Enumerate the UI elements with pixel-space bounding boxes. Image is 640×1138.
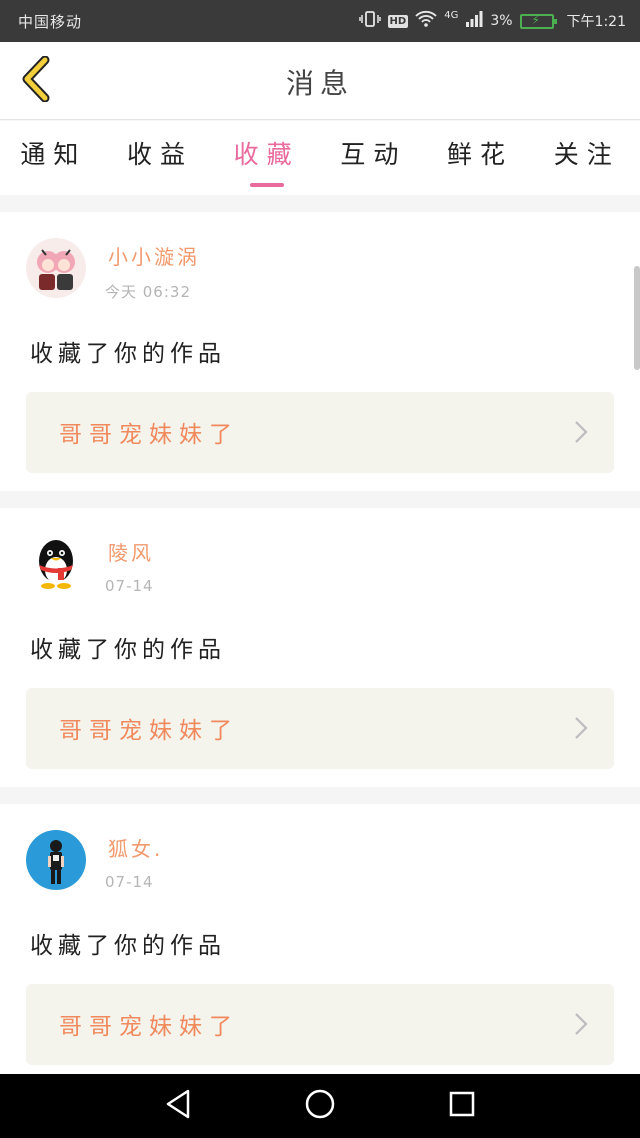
status-icons: HD 4G 3% ⚡ 下午1:21 xyxy=(358,9,626,32)
message-list: 小小漩涡 今天 06:32 收藏了你的作品 哥哥宠妹妹了 陵风 07-14 收藏… xyxy=(0,195,640,1083)
action-text: 收藏了你的作品 xyxy=(30,637,226,663)
work-link[interactable]: 哥哥宠妹妹了 xyxy=(26,688,614,769)
nav-recent-button[interactable] xyxy=(442,1088,482,1124)
signal-icon xyxy=(465,10,483,32)
chevron-right-icon xyxy=(574,1012,588,1040)
username[interactable]: 狐女. xyxy=(108,833,163,862)
scrollbar[interactable] xyxy=(634,266,640,370)
nav-home-button[interactable] xyxy=(300,1088,340,1124)
avatar[interactable] xyxy=(26,238,86,298)
wifi-icon xyxy=(415,10,437,32)
hd-badge: HD xyxy=(387,14,409,28)
nav-back-button[interactable] xyxy=(158,1088,198,1124)
chevron-right-icon xyxy=(574,420,588,448)
message-card: 陵风 07-14 收藏了你的作品 哥哥宠妹妹了 xyxy=(0,508,640,787)
tab-interaction[interactable]: 互动 xyxy=(320,121,427,195)
username[interactable]: 小小漩涡 xyxy=(108,241,200,270)
work-title: 哥哥宠妹妹了 xyxy=(59,718,239,744)
action-text: 收藏了你的作品 xyxy=(30,341,226,367)
battery-icon: ⚡ xyxy=(519,13,557,29)
timestamp: 今天 06:32 xyxy=(105,283,191,301)
message-card: 小小漩涡 今天 06:32 收藏了你的作品 哥哥宠妹妹了 xyxy=(0,212,640,491)
vibrate-icon xyxy=(358,10,381,32)
tab-bar: 通知 收益 收藏 互动 鲜花 关注 xyxy=(0,121,640,195)
tab-follow[interactable]: 关注 xyxy=(533,121,640,195)
work-link[interactable]: 哥哥宠妹妹了 xyxy=(26,392,614,473)
battery-percent: 3% xyxy=(490,13,513,29)
username[interactable]: 陵风 xyxy=(108,537,154,566)
work-title: 哥哥宠妹妹了 xyxy=(59,1014,239,1040)
tab-earnings[interactable]: 收益 xyxy=(107,121,214,195)
status-bar: 中国移动 HD 4G 3% ⚡ 下午1:21 xyxy=(0,0,640,42)
message-card: 狐女. 07-14 收藏了你的作品 哥哥宠妹妹了 xyxy=(0,804,640,1083)
app-header: 消息 xyxy=(0,42,640,120)
triangle-back-icon xyxy=(164,1088,192,1124)
timestamp: 07-14 xyxy=(105,873,154,891)
work-title: 哥哥宠妹妹了 xyxy=(59,422,239,448)
circle-home-icon xyxy=(304,1088,336,1124)
tab-notice[interactable]: 通知 xyxy=(0,121,107,195)
chevron-right-icon xyxy=(574,716,588,744)
carrier-label: 中国移动 xyxy=(18,13,83,31)
clock: 下午1:21 xyxy=(566,14,626,30)
tab-flowers[interactable]: 鲜花 xyxy=(427,121,534,195)
system-nav-bar xyxy=(0,1074,640,1138)
work-link[interactable]: 哥哥宠妹妹了 xyxy=(26,984,614,1065)
network-label: 4G xyxy=(444,9,459,21)
action-text: 收藏了你的作品 xyxy=(30,933,226,959)
avatar[interactable] xyxy=(26,534,86,594)
tab-favorites[interactable]: 收藏 xyxy=(213,121,320,195)
timestamp: 07-14 xyxy=(105,577,154,595)
square-recent-icon xyxy=(448,1090,476,1122)
avatar[interactable] xyxy=(26,830,86,890)
page-title: 消息 xyxy=(285,67,354,100)
